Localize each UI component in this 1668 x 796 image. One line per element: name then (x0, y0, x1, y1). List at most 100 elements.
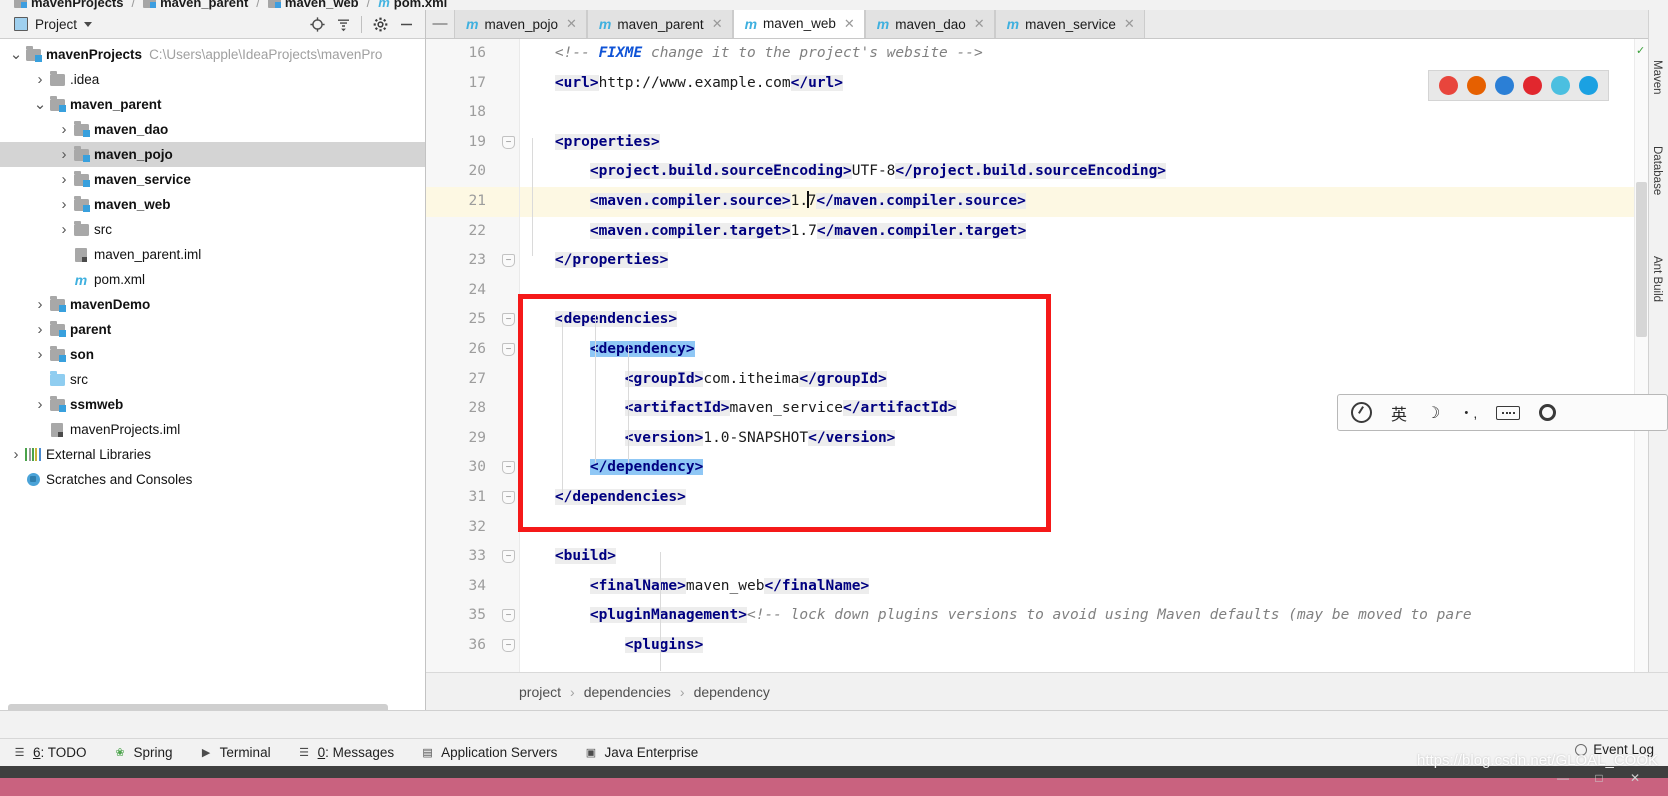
tool-window-spring[interactable]: ❀ Spring (113, 745, 172, 760)
tree-node--idea[interactable]: › .idea (0, 67, 425, 92)
tree-node-src[interactable]: › src (0, 217, 425, 242)
code-line[interactable] (520, 513, 1668, 543)
editor-marker-bar[interactable]: ✓ (1634, 39, 1648, 672)
code-editor[interactable]: 16 17 18 19 − 20 21 22 23 − 24 25 − 26 − 27 28 29 30 − 31 − 32… (426, 39, 1668, 672)
editor-tab-maven_web[interactable]: m maven_web ✕ (732, 10, 865, 38)
tree-node-mavenprojects[interactable]: ⌄ mavenProjects C:\Users\apple\IdeaProject… (0, 42, 425, 67)
code-line[interactable]: </properties> (520, 246, 1668, 276)
tool-window-terminal[interactable]: ▶ Terminal (199, 745, 271, 760)
tool-window-application-servers[interactable]: ▤ Application Servers (420, 745, 557, 760)
code-line[interactable]: <build> (520, 542, 1668, 572)
chevron-right-icon[interactable]: › (56, 221, 72, 238)
tree-node-maven-service[interactable]: › maven_service (0, 167, 425, 192)
tree-node-scratches-and-consoles[interactable]: Scratches and Consoles (0, 467, 425, 492)
rail-tab-ant-build[interactable]: Ant Build (1651, 256, 1663, 302)
ime-settings-icon[interactable] (1539, 404, 1557, 421)
close-tab-icon[interactable]: ✕ (712, 16, 723, 32)
editor-tab-maven_pojo[interactable]: m maven_pojo ✕ (454, 10, 587, 38)
hide-panel-icon[interactable] (393, 12, 419, 36)
tree-node-maven-pojo[interactable]: › maven_pojo (0, 142, 425, 167)
fold-toggle-icon[interactable]: − (502, 461, 515, 475)
editor-code-area[interactable]: <!-- FIXME change it to the project's we… (520, 39, 1668, 672)
chevron-right-icon[interactable]: › (32, 346, 48, 363)
code-line[interactable] (520, 98, 1668, 128)
editor-gutter[interactable]: 16 17 18 19 − 20 21 22 23 − 24 25 − 26 − 27 28 29 30 − 31 − 32… (426, 39, 520, 672)
fold-toggle-icon[interactable]: − (502, 638, 515, 652)
tree-node-son[interactable]: › son (0, 342, 425, 367)
breadcrumb-item[interactable]: maven_parent (143, 0, 248, 10)
code-line[interactable] (520, 276, 1668, 306)
rail-tab-maven[interactable]: Maven (1651, 60, 1663, 95)
editor-tab-maven_dao[interactable]: m maven_dao ✕ (864, 10, 995, 38)
close-tab-icon[interactable]: ✕ (1124, 16, 1135, 32)
editor-tab-maven_parent[interactable]: m maven_parent ✕ (586, 10, 733, 38)
firefox-icon[interactable] (1467, 76, 1486, 95)
fold-toggle-icon[interactable]: − (502, 135, 515, 149)
fold-toggle-icon[interactable]: − (502, 550, 515, 564)
tree-node-parent[interactable]: › parent (0, 317, 425, 342)
edge-icon[interactable] (1579, 76, 1598, 95)
chevron-right-icon[interactable]: › (32, 321, 48, 338)
close-tab-icon[interactable]: ✕ (974, 16, 985, 32)
code-line[interactable]: <groupId>com.itheima</groupId> (520, 365, 1668, 395)
code-line[interactable]: <dependencies> (520, 305, 1668, 335)
close-button[interactable]: ✕ (1622, 768, 1648, 788)
tree-node-maven-parent[interactable]: ⌄ maven_parent (0, 92, 425, 117)
ime-logo-icon[interactable] (1351, 402, 1372, 423)
editor-tab-maven_service[interactable]: m maven_service ✕ (994, 10, 1145, 38)
fold-toggle-icon[interactable]: − (502, 313, 515, 327)
chevron-down-icon[interactable]: ⌄ (32, 97, 48, 112)
chevron-right-icon[interactable]: › (8, 446, 24, 463)
close-tab-icon[interactable]: ✕ (566, 16, 577, 32)
ime-keyboard-icon[interactable] (1496, 405, 1521, 420)
tree-node-external-libraries[interactable]: › External Libraries (0, 442, 425, 467)
code-line[interactable]: <pluginManagement><!-- lock down plugins… (520, 601, 1668, 631)
close-tab-icon[interactable]: ✕ (844, 16, 855, 32)
chevron-down-icon[interactable]: ⌄ (8, 47, 24, 62)
locate-icon[interactable] (304, 12, 330, 36)
chevron-right-icon[interactable]: › (56, 171, 72, 188)
fold-toggle-icon[interactable]: − (502, 342, 515, 356)
project-view-selector[interactable]: Project (6, 17, 93, 32)
code-line[interactable]: <plugins> (520, 631, 1668, 661)
code-line[interactable]: <properties> (520, 128, 1668, 158)
safari-icon[interactable] (1495, 76, 1514, 95)
minimize-button[interactable]: — (1550, 768, 1576, 788)
editor-breadcrumb[interactable]: project › dependencies › dependency (426, 672, 1668, 710)
rail-tab-database[interactable]: Database (1651, 146, 1663, 195)
tree-node-mavenprojects-iml[interactable]: mavenProjects.iml (0, 417, 425, 442)
code-line[interactable]: <!-- FIXME change it to the project's we… (520, 39, 1668, 69)
tool-window-0-messages[interactable]: ☰ 0: Messages (297, 745, 394, 760)
breadcrumb-item[interactable]: m pom.xml (378, 0, 447, 10)
fold-toggle-icon[interactable]: − (502, 609, 515, 623)
tree-node-pom-xml[interactable]: m pom.xml (0, 267, 425, 292)
tree-node-mavendemo[interactable]: › mavenDemo (0, 292, 425, 317)
code-line[interactable]: </dependency> (520, 453, 1668, 483)
code-line[interactable]: <finalName>maven_web</finalName> (520, 572, 1668, 602)
inspection-status-icon[interactable]: ✓ (1636, 44, 1645, 57)
edge-legacy-icon[interactable] (1551, 76, 1570, 95)
chevron-right-icon[interactable]: › (56, 146, 72, 163)
ime-moon-icon[interactable]: ☽ (1426, 403, 1440, 423)
chevron-right-icon[interactable]: › (56, 196, 72, 213)
tree-node-ssmweb[interactable]: › ssmweb (0, 392, 425, 417)
tree-node-maven-parent-iml[interactable]: maven_parent.iml (0, 242, 425, 267)
chevron-right-icon[interactable]: › (32, 396, 48, 413)
breadcrumb-item[interactable]: mavenProjects (14, 0, 124, 10)
fold-toggle-icon[interactable]: − (502, 490, 515, 504)
tool-window-java-enterprise[interactable]: ▣ Java Enterprise (583, 745, 699, 760)
code-line[interactable]: <dependency> (520, 335, 1668, 365)
chevron-right-icon[interactable]: › (56, 121, 72, 138)
opera-icon[interactable] (1523, 76, 1542, 95)
hide-tabs-icon[interactable]: — (426, 10, 454, 38)
chevron-down-icon[interactable] (84, 21, 93, 27)
ime-punct-icon[interactable]: ・, (1459, 403, 1477, 423)
editor-breadcrumb-item[interactable]: dependency (694, 684, 770, 700)
collapse-all-icon[interactable] (330, 12, 356, 36)
chrome-icon[interactable] (1439, 76, 1458, 95)
editor-breadcrumb-item[interactable]: dependencies (584, 684, 671, 700)
fold-toggle-icon[interactable]: − (502, 254, 515, 268)
tree-node-maven-web[interactable]: › maven_web (0, 192, 425, 217)
chevron-right-icon[interactable]: › (32, 296, 48, 313)
project-tree[interactable]: ⌄ mavenProjects C:\Users\apple\IdeaProject… (0, 39, 425, 707)
